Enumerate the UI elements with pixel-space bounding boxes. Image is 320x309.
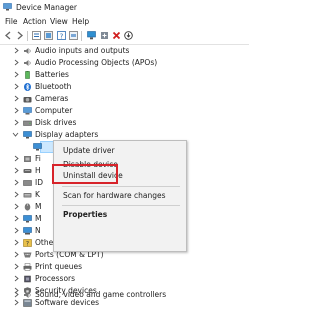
menu-bar: File Action View Help (0, 15, 249, 28)
tree-item-label: Display adapters (35, 130, 99, 139)
tree-item-print-queues[interactable]: Print queues (0, 261, 249, 273)
chevron-right-icon[interactable] (13, 275, 20, 282)
menu-help[interactable]: Help (72, 17, 89, 26)
tree-item-label: Disk drives (35, 118, 77, 127)
window-title: Device Manager (16, 3, 77, 12)
tree-item-label: H (35, 166, 41, 175)
display-adapter-icon (23, 131, 32, 139)
chevron-right-icon[interactable] (13, 203, 20, 210)
printer-icon (23, 263, 32, 271)
context-separator (62, 205, 180, 206)
chevron-right-icon[interactable] (13, 59, 20, 66)
tree-item-cameras[interactable]: Cameras (0, 93, 249, 105)
monitor-icon[interactable] (87, 31, 96, 40)
add-legacy-icon[interactable] (100, 31, 109, 40)
toolbar: ? (0, 28, 249, 45)
tree-item-processors[interactable]: Processors (0, 273, 249, 285)
tree-item-computer[interactable]: Computer (0, 105, 249, 117)
tree-item-audio-inputs[interactable]: Audio inputs and outputs (0, 45, 249, 57)
tree-item-label: M (35, 214, 42, 223)
monitor-device-icon (23, 215, 32, 223)
tree-item-label: Bluetooth (35, 82, 72, 91)
svg-text:?: ? (26, 241, 29, 248)
tree-item-label: N (35, 226, 41, 235)
forward-icon[interactable] (15, 31, 24, 40)
tree-item-label: Sound, video and game controllers (35, 290, 167, 299)
tree-item-label: Processors (35, 274, 76, 283)
chevron-right-icon[interactable] (13, 119, 20, 126)
tree-item-audio-processing[interactable]: Audio Processing Objects (APOs) (0, 57, 249, 69)
ports-icon (23, 252, 32, 258)
toolbar-separator (81, 31, 82, 41)
scan-icon[interactable] (124, 31, 133, 40)
help-icon[interactable]: ? (57, 31, 66, 40)
tree-item-label: ID (35, 178, 43, 187)
chevron-right-icon[interactable] (13, 263, 20, 270)
camera-icon (23, 97, 32, 103)
device-manager-icon (3, 3, 12, 11)
tree-item-label: M (35, 202, 42, 211)
keyboard-icon (23, 193, 32, 198)
tree-item-label: K (35, 190, 40, 199)
mouse-icon (24, 203, 31, 211)
chevron-right-icon[interactable] (13, 167, 20, 174)
tree-item-batteries[interactable]: Batteries (0, 69, 249, 81)
tree-item-label: Fi (35, 154, 41, 163)
menu-file[interactable]: File (5, 17, 18, 26)
uninstall-highlight-box (52, 164, 118, 184)
chevron-right-icon[interactable] (13, 215, 20, 222)
menu-action[interactable]: Action (23, 17, 47, 26)
back-icon[interactable] (4, 31, 13, 40)
title-bar: Device Manager (0, 0, 249, 15)
properties-icon[interactable] (32, 31, 41, 40)
tree-item-bluetooth[interactable]: Bluetooth (0, 81, 249, 93)
tree-item-sound-video-game[interactable]: Sound, video and game controllers (0, 289, 249, 301)
network-adapter-icon (23, 227, 32, 235)
tree-item-label: Audio inputs and outputs (35, 46, 130, 55)
update-driver-icon[interactable] (69, 31, 78, 40)
human-interface-icon (23, 169, 32, 173)
uninstall-icon[interactable] (112, 31, 121, 40)
display-device-icon (33, 143, 42, 151)
tree-item-label: Audio Processing Objects (APOs) (35, 58, 158, 67)
tree-item-label: Computer (35, 106, 73, 115)
tree-item-label: Cameras (35, 94, 69, 103)
context-menu: Update driver Disable device Uninstall d… (53, 140, 187, 252)
chevron-right-icon[interactable] (13, 107, 20, 114)
other-devices-icon: ? (23, 239, 32, 247)
context-properties[interactable]: Properties (63, 210, 107, 219)
audio-icon (24, 48, 31, 54)
chevron-right-icon[interactable] (13, 71, 20, 78)
context-separator (62, 186, 180, 187)
svg-text:?: ? (60, 32, 64, 40)
firmware-icon (24, 156, 31, 162)
chevron-right-icon[interactable] (13, 155, 20, 162)
chevron-right-icon[interactable] (13, 191, 20, 198)
audio-processing-icon (24, 60, 31, 66)
chevron-down-icon[interactable] (12, 131, 19, 138)
tree-item-label: Batteries (35, 70, 69, 79)
disk-drive-icon (23, 120, 32, 126)
ide-icon (23, 180, 32, 186)
chevron-right-icon[interactable] (13, 95, 20, 102)
chevron-right-icon[interactable] (13, 47, 20, 54)
chevron-right-icon[interactable] (13, 227, 20, 234)
chevron-right-icon[interactable] (13, 239, 20, 246)
show-hidden-icon[interactable] (44, 31, 53, 40)
chevron-right-icon[interactable] (13, 251, 20, 258)
chevron-right-icon[interactable] (13, 83, 20, 90)
context-scan-hardware[interactable]: Scan for hardware changes (63, 191, 166, 200)
context-update-driver[interactable]: Update driver (63, 146, 115, 155)
battery-icon (25, 71, 30, 79)
processor-icon (24, 275, 31, 283)
computer-icon (23, 107, 32, 115)
chevron-right-icon[interactable] (13, 179, 20, 186)
chevron-right-icon[interactable] (13, 291, 20, 298)
bluetooth-icon (24, 83, 31, 91)
tree-item-label: Print queues (35, 262, 83, 271)
toolbar-separator (27, 31, 28, 41)
tree-item-disk-drives[interactable]: Disk drives (0, 117, 249, 129)
sound-icon (24, 292, 31, 298)
menu-view[interactable]: View (50, 17, 68, 26)
